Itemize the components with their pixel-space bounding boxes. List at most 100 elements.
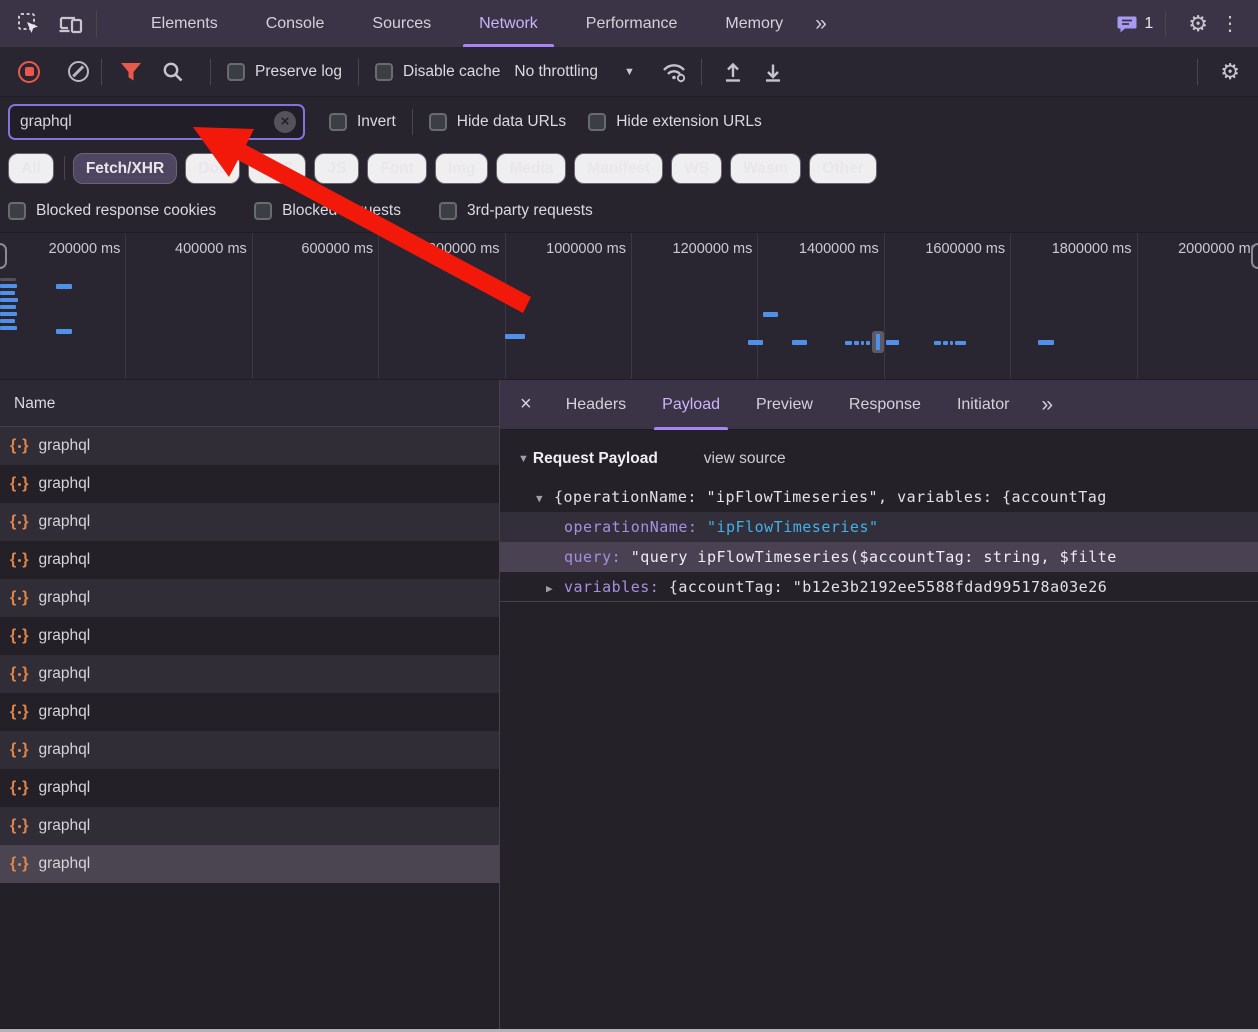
blocked-response-cookies-checkbox[interactable]: Blocked response cookies [8, 202, 216, 220]
request-payload-section[interactable]: ▼ Request Payload view source [500, 444, 1258, 474]
payload-key: query: [564, 548, 631, 566]
invert-checkbox[interactable]: Invert [329, 113, 396, 131]
resource-type-chip[interactable]: Media [496, 153, 566, 184]
timeline-column: 200000 ms [0, 233, 126, 379]
device-toolbar-icon[interactable] [58, 11, 84, 37]
details-tab-label: Preview [756, 396, 813, 413]
preserve-log-checkbox[interactable]: Preserve log [227, 63, 342, 81]
blocked-requests-checkbox[interactable]: Blocked requests [254, 202, 401, 220]
import-har-button[interactable] [722, 61, 744, 83]
issues-button[interactable]: 1 [1117, 15, 1153, 33]
clear-filter-icon[interactable]: × [274, 111, 296, 133]
request-row[interactable]: {} graphql [0, 845, 499, 883]
timeline-column: 1000000 ms [506, 233, 632, 379]
main-tab[interactable]: Performance [562, 0, 702, 47]
request-name: graphql [38, 817, 90, 835]
request-row[interactable]: {} graphql [0, 731, 499, 769]
throttling-dropdown[interactable]: No throttling ▼ [514, 63, 634, 81]
timeline-column: 800000 ms [379, 233, 505, 379]
resource-type-chip[interactable]: Img [435, 153, 489, 184]
disable-cache-checkbox[interactable]: Disable cache [375, 63, 500, 81]
close-details-icon[interactable]: × [500, 393, 548, 416]
details-tab[interactable]: Headers [548, 380, 644, 430]
main-tab-label: Console [266, 15, 325, 32]
record-network-log-button[interactable] [18, 61, 40, 83]
main-tab[interactable]: Elements [127, 0, 242, 47]
details-tab[interactable]: Payload [644, 380, 738, 430]
resource-type-chip[interactable]: CSS [248, 153, 306, 184]
filter-input[interactable]: graphql × [8, 104, 305, 140]
request-name: graphql [38, 741, 90, 759]
hide-data-urls-checkbox[interactable]: Hide data URLs [429, 113, 566, 131]
main-tab[interactable]: Memory [701, 0, 807, 47]
timeline-request-mark [505, 334, 525, 339]
details-tab[interactable]: Response [831, 380, 939, 430]
request-row[interactable]: {} graphql [0, 769, 499, 807]
main-tab[interactable]: Network [455, 0, 562, 47]
timeline-column: 2000000 ms [1138, 233, 1258, 379]
payload-variables-line[interactable]: ▶variables: {accountTag: "b12e3b2192ee55… [500, 572, 1258, 602]
resource-type-chip[interactable]: Doc [185, 153, 240, 184]
kebab-menu-icon[interactable]: ⋮ [1218, 14, 1246, 34]
request-row[interactable]: {} graphql [0, 465, 499, 503]
overview-right-handle[interactable] [1251, 243, 1258, 269]
resource-type-chip[interactable]: Other [809, 153, 876, 184]
resource-type-chip[interactable]: Wasm [730, 153, 801, 184]
request-row[interactable]: {} graphql [0, 579, 499, 617]
request-row[interactable]: {} graphql [0, 655, 499, 693]
inspect-element-icon[interactable] [16, 11, 42, 37]
main-tab[interactable]: Console [242, 0, 349, 47]
request-name: graphql [38, 513, 90, 531]
resource-type-chip[interactable]: WS [671, 153, 722, 184]
settings-gear-icon[interactable]: ⚙ [1178, 13, 1218, 35]
json-request-icon: {} [10, 589, 28, 607]
chip-label: Img [448, 160, 476, 177]
request-row[interactable]: {} graphql [0, 541, 499, 579]
third-party-requests-label: 3rd-party requests [467, 202, 593, 220]
request-name: graphql [38, 475, 90, 493]
request-row[interactable]: {} graphql [0, 693, 499, 731]
hide-extension-urls-checkbox[interactable]: Hide extension URLs [588, 113, 762, 131]
view-source-link[interactable]: view source [704, 450, 786, 468]
timeline-request-mark [0, 291, 15, 295]
details-tabs: Headers Payload Preview ResponseInitiator [548, 380, 1028, 430]
resource-type-chip[interactable]: JS [314, 153, 359, 184]
request-row[interactable]: {} graphql [0, 807, 499, 845]
request-payload-title: Request Payload [533, 450, 658, 468]
name-column-header[interactable]: Name [0, 380, 499, 427]
payload-query-line[interactable]: query: "query ipFlowTimeseries($accountT… [500, 542, 1258, 572]
clear-network-log-button[interactable] [68, 61, 89, 82]
payload-operation-name-line[interactable]: operationName: "ipFlowTimeseries" [500, 512, 1258, 542]
timeline-tick-label: 1000000 ms [506, 233, 631, 257]
export-har-button[interactable] [762, 61, 784, 83]
payload-root-line[interactable]: ▼{operationName: "ipFlowTimeseries", var… [500, 482, 1258, 512]
search-button[interactable] [162, 61, 184, 83]
resource-type-chip[interactable]: Fetch/XHR [73, 153, 177, 184]
more-details-tabs-icon[interactable]: » [1033, 393, 1059, 417]
resource-type-chip[interactable]: Manifest [574, 153, 663, 184]
details-tabbar: × Headers Payload Preview ResponseInitiator… [500, 380, 1258, 430]
payload-string-value: "query ipFlowTimeseries($accountTag: str… [631, 548, 1117, 566]
resource-type-chip[interactable]: All [8, 153, 54, 184]
timeline-request-mark [56, 329, 72, 334]
details-tab[interactable]: Preview [738, 380, 831, 430]
main-tab[interactable]: Sources [348, 0, 455, 47]
resource-type-chip[interactable]: Font [367, 153, 427, 184]
json-request-icon: {} [10, 817, 28, 835]
more-panels-icon[interactable]: » [807, 12, 833, 36]
request-row[interactable]: {} graphql [0, 503, 499, 541]
requests-panel: Name {} graphql {} graphql {} graphql {}… [0, 380, 500, 1032]
overview-left-handle[interactable] [0, 243, 7, 269]
network-toolbar: Preserve log Disable cache No throttling… [0, 47, 1258, 97]
network-overview-timeline[interactable]: 200000 ms400000 ms600000 ms800000 ms1000… [0, 232, 1258, 380]
request-row[interactable]: {} graphql [0, 427, 499, 465]
details-tab-label: Headers [566, 396, 626, 413]
chip-label: Media [509, 160, 553, 177]
details-tab[interactable]: Initiator [939, 380, 1027, 430]
network-settings-gear-icon[interactable]: ⚙ [1210, 61, 1258, 83]
json-request-icon: {} [10, 855, 28, 873]
filter-toggle-button[interactable] [120, 62, 142, 81]
network-conditions-button[interactable] [661, 61, 689, 83]
third-party-requests-checkbox[interactable]: 3rd-party requests [439, 202, 593, 220]
request-row[interactable]: {} graphql [0, 617, 499, 655]
